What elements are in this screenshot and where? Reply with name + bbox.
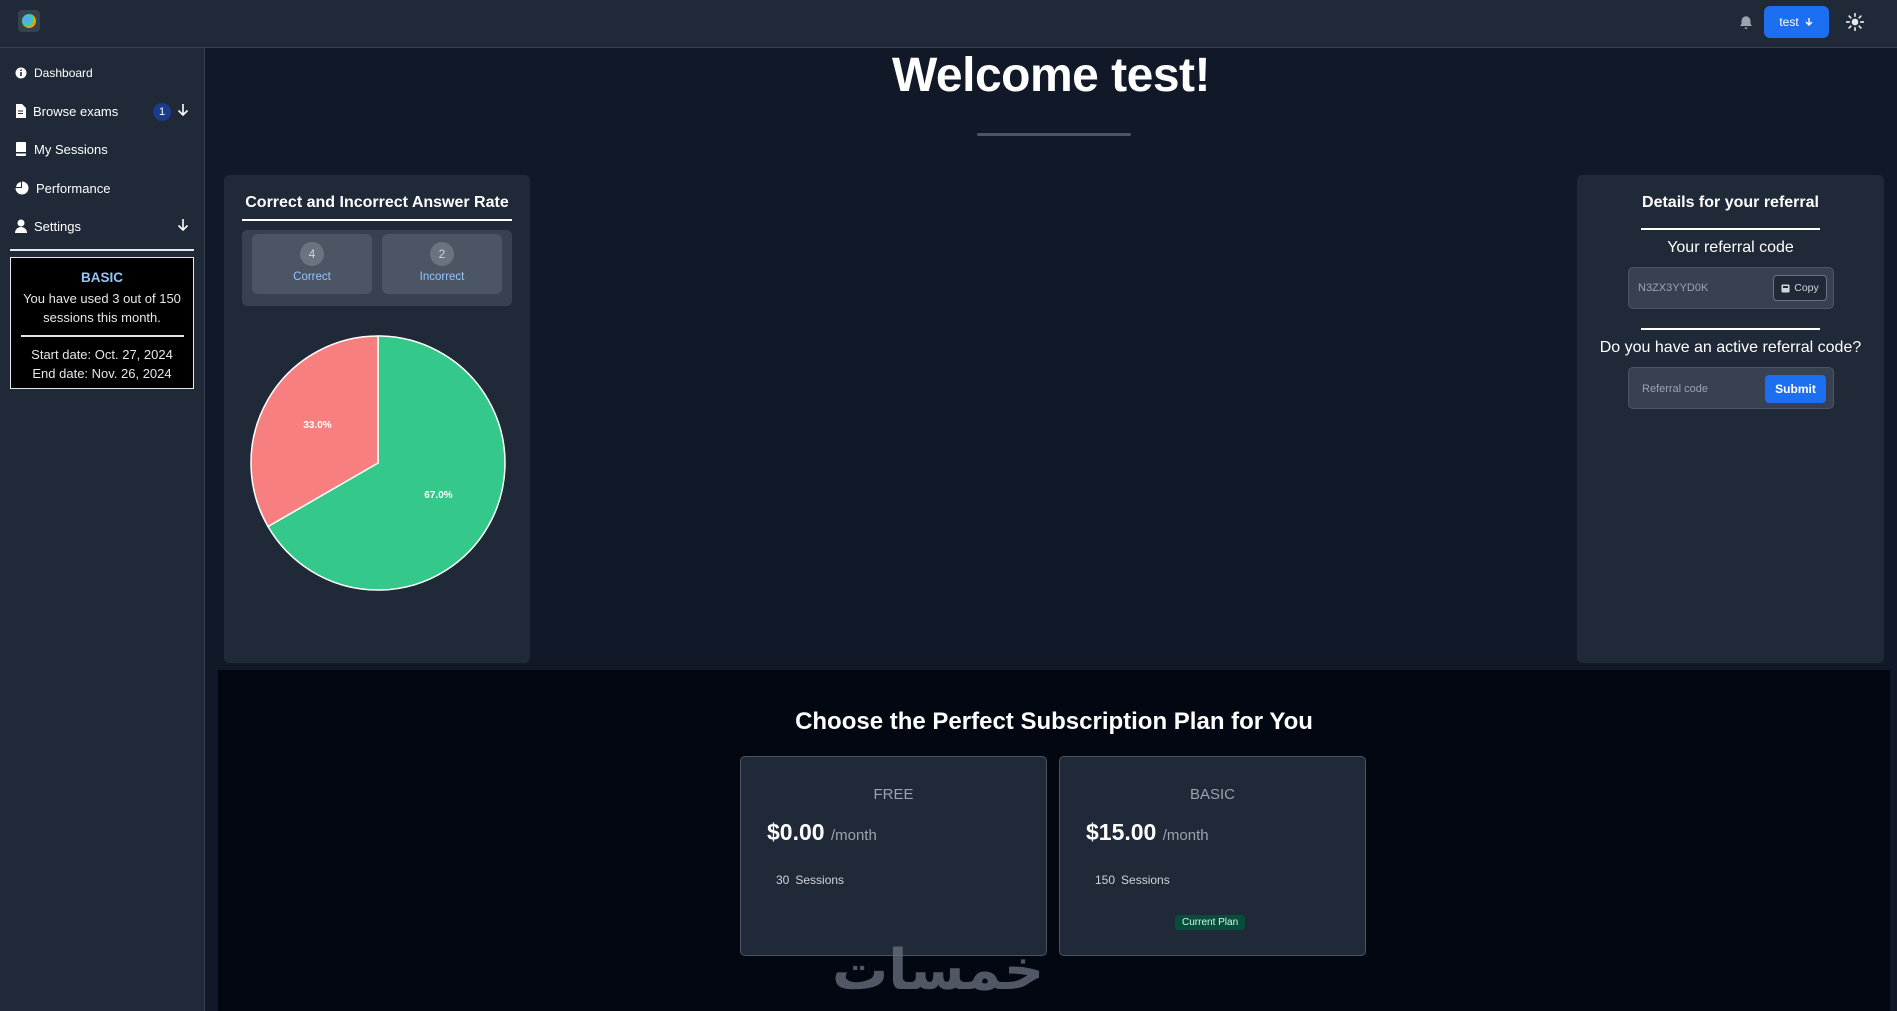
user-menu-button[interactable]: test [1764, 6, 1829, 38]
plan-end-date: End date: Nov. 26, 2024 [32, 366, 172, 381]
plan-divider [20, 335, 184, 337]
sidebar-item-label: Browse exams [33, 103, 119, 119]
correct-count: 4 [300, 242, 324, 266]
plan-price: $15.00 /month [1086, 819, 1209, 846]
logo-icon [22, 14, 36, 28]
plan-sessions-label: Sessions [795, 873, 845, 887]
sidebar-item-dashboard[interactable]: Dashboard [15, 63, 93, 83]
plan-price-period: /month [1162, 827, 1209, 844]
document-icon [16, 104, 26, 118]
sidebar-item-label: My Sessions [34, 141, 108, 157]
plan-usage-text: You have used 3 out of 150 sessions this… [23, 291, 181, 325]
answer-rate-pie-chart: 67.0% 33.0% [250, 335, 506, 591]
plan-card-basic[interactable]: BASIC $15.00 /month 150 Sessions Current … [1059, 756, 1366, 956]
plan-sessions-label: Sessions [1121, 873, 1170, 887]
copy-label: Copy [1794, 282, 1819, 294]
bell-icon[interactable] [1737, 13, 1755, 33]
page-title: Welcome test! [891, 49, 1211, 102]
plan-price-amount: $15.00 [1086, 819, 1157, 845]
plan-price: $0.00 /month [767, 819, 877, 846]
current-plan-badge: Current Plan [1175, 915, 1246, 930]
user-menu-label: test [1779, 15, 1799, 29]
subscription-section: Choose the Perfect Subscription Plan for… [218, 670, 1890, 1011]
notification-badge: 1 [153, 103, 171, 121]
plan-usage-box: BASIC You have used 3 out of 150 session… [10, 257, 194, 389]
copy-button[interactable]: Copy [1773, 275, 1827, 301]
plan-sessions-count: 150 [1095, 873, 1116, 887]
referral-code-field: N3ZX3YYD0K Copy [1628, 267, 1834, 309]
sun-icon[interactable] [1845, 12, 1865, 32]
app-logo[interactable] [18, 10, 40, 32]
answer-stats: 4 Correct 2 Incorrect [242, 230, 512, 306]
pie-label-correct: 67.0% [424, 490, 452, 501]
pie-chart-icon [15, 181, 29, 195]
plan-name: FREE [873, 786, 914, 803]
plan-start-date: Start date: Oct. 27, 2024 [31, 347, 173, 362]
referral-title: Details for your referral [1642, 194, 1819, 211]
user-icon [15, 219, 27, 233]
incorrect-label: Incorrect [419, 271, 465, 283]
referral-code-value: N3ZX3YYD0K [1638, 282, 1709, 294]
sidebar-divider [10, 249, 194, 251]
incorrect-stat: 2 Incorrect [382, 234, 502, 294]
plan-price-period: /month [830, 827, 877, 844]
arrow-down-icon [1805, 18, 1813, 26]
referral-input-placeholder: Referral code [1642, 383, 1709, 395]
title-divider [977, 133, 1131, 136]
sidebar-item-my-sessions[interactable]: My Sessions [15, 139, 108, 159]
referral-code-label: Your referral code [1667, 239, 1794, 256]
plans-title: Choose the Perfect Subscription Plan for… [795, 708, 1313, 735]
plan-name: BASIC [80, 270, 123, 285]
watermark: خمسات [832, 938, 1045, 1003]
correct-stat: 4 Correct [252, 234, 372, 294]
sidebar-item-label: Performance [36, 180, 111, 196]
answer-rate-divider [242, 219, 512, 221]
referral-code-input[interactable]: Referral code Submit [1628, 367, 1834, 409]
plan-sessions: 150 Sessions [1095, 873, 1170, 887]
correct-label: Correct [293, 271, 331, 283]
answer-rate-card: Correct and Incorrect Answer Rate 4 Corr… [224, 175, 530, 663]
plan-price-amount: $0.00 [767, 819, 825, 845]
info-icon [15, 67, 27, 79]
submit-button[interactable]: Submit [1765, 375, 1826, 403]
top-bar: test [0, 0, 1897, 48]
referral-divider [1641, 328, 1820, 330]
referral-divider [1641, 228, 1820, 230]
sidebar-item-performance[interactable]: Performance [15, 178, 110, 198]
pie-label-incorrect: 33.0% [303, 420, 331, 431]
sidebar-item-label: Dashboard [34, 66, 93, 80]
sidebar-item-settings[interactable]: Settings [15, 216, 81, 236]
plan-sessions: 30 Sessions [776, 873, 844, 887]
copy-icon [1781, 284, 1790, 292]
plan-card-free[interactable]: FREE $0.00 /month 30 Sessions [740, 756, 1047, 956]
referral-card: Details for your referral Your referral … [1577, 175, 1884, 663]
active-referral-question: Do you have an active referral code? [1599, 339, 1862, 356]
sidebar: Dashboard Browse exams 1 My Sessions Per… [0, 48, 205, 1011]
sidebar-item-label: Settings [34, 218, 81, 234]
plan-name: BASIC [1189, 786, 1235, 803]
book-icon [16, 142, 26, 156]
sidebar-item-browse-exams[interactable]: Browse exams [15, 101, 118, 121]
arrow-down-icon[interactable] [176, 218, 190, 232]
answer-rate-title: Correct and Incorrect Answer Rate [245, 194, 509, 211]
incorrect-count: 2 [430, 242, 454, 266]
arrow-down-icon[interactable] [176, 103, 190, 117]
plan-sessions-count: 30 [776, 873, 790, 887]
